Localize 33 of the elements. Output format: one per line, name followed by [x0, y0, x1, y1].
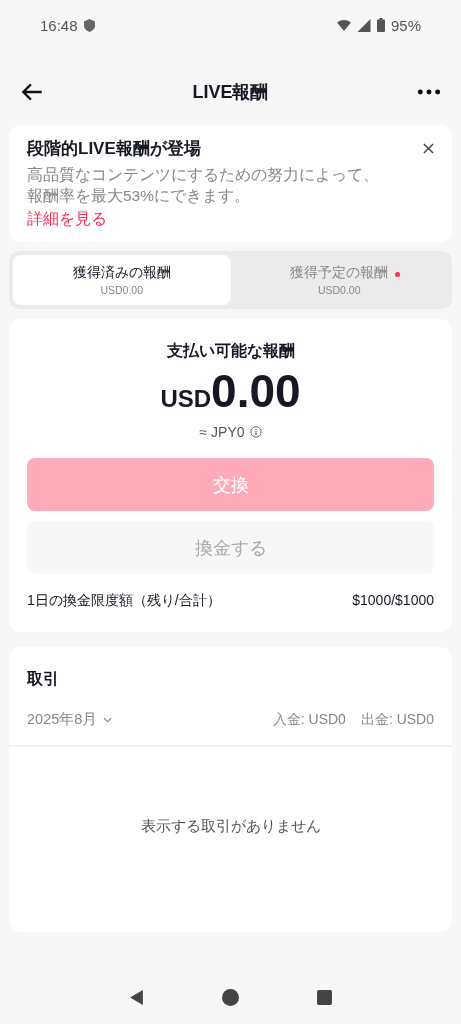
signal-icon	[356, 18, 371, 32]
recents-square-icon[interactable]	[315, 988, 333, 1006]
wifi-icon	[336, 18, 351, 32]
home-circle-icon[interactable]	[222, 988, 239, 1006]
back-triangle-icon[interactable]	[128, 988, 146, 1006]
close-icon[interactable]	[423, 143, 434, 154]
limit-label: 1日の換金限度額（残り/合計）	[27, 592, 221, 610]
details-link[interactable]: 詳細を見る	[27, 209, 383, 230]
battery-icon	[376, 18, 385, 32]
tab-label: 獲得済みの報酬	[72, 264, 171, 282]
status-time: 16:48	[40, 16, 78, 34]
shield-icon	[83, 18, 95, 32]
chevron-icon	[103, 716, 113, 723]
tab-amount: USD0.00	[100, 284, 144, 296]
balance-amount: 0.00	[211, 364, 301, 418]
empty-message: 表示する取引がありません	[139, 817, 322, 836]
page-title: LIVE報酬	[192, 80, 269, 104]
banner-text: 高品質なコンテンツにするための努力によって、報酬率を最大53%にできます。	[27, 165, 380, 206]
income-total: 入金: USD0	[272, 710, 346, 729]
section-title: 取引	[26, 669, 60, 689]
limit-value: $1000/$1000	[352, 592, 434, 610]
tab[interactable]: 獲得済みの報酬 USD0.00	[13, 255, 231, 305]
banner-title: 段階的LIVE報酬が登場	[27, 138, 202, 160]
tab-label: 獲得予定の報酬	[290, 264, 389, 282]
tab-amount: USD0.00	[317, 284, 361, 296]
month-selector[interactable]: 2025年8月	[27, 710, 113, 729]
battery-level: 95%	[390, 16, 421, 34]
currency-code: USD	[160, 385, 212, 413]
info-icon[interactable]	[249, 426, 262, 438]
converted-amount: ≈ JPY0	[199, 424, 245, 440]
tab[interactable]: 獲得予定の報酬 USD0.00	[230, 255, 448, 305]
balance-label: 支払い可能な報酬	[166, 341, 295, 362]
outgo-total: 出金: USD0	[360, 710, 434, 729]
